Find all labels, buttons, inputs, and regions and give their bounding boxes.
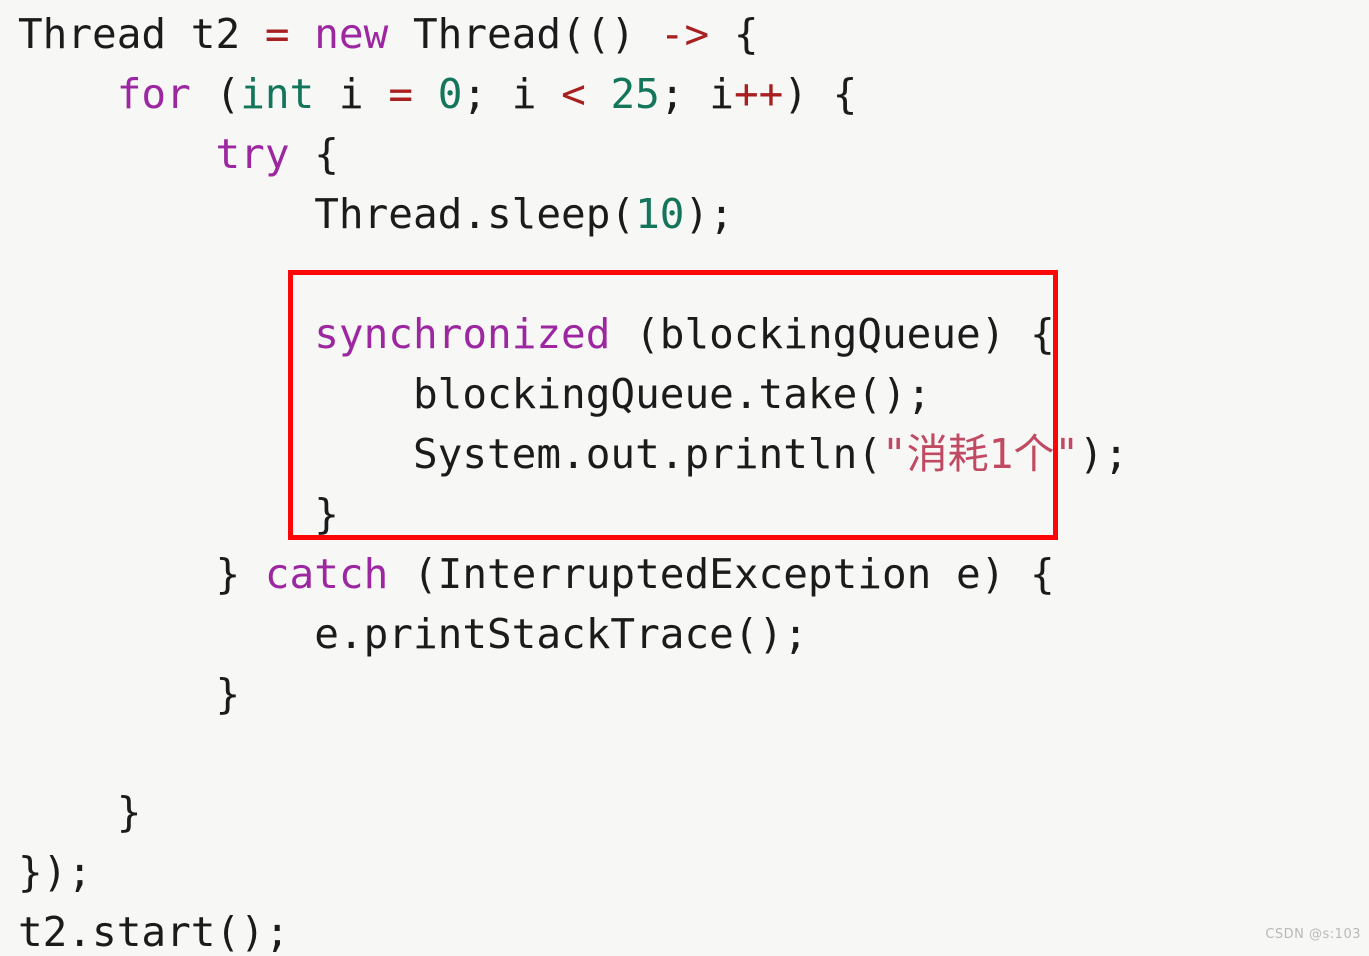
code-token-plain: }); — [18, 848, 93, 896]
code-token-string: "消耗1个" — [881, 430, 1080, 478]
code-token-plain: ) { — [783, 70, 858, 118]
code-line: } — [18, 672, 240, 716]
code-token-keyword: new — [314, 10, 389, 58]
code-token-plain: ; i — [462, 70, 562, 118]
code-line: Thread t2 = new Thread(() -> { — [18, 12, 759, 56]
code-token-plain: e.printStackTrace(); — [18, 610, 808, 658]
code-line: t2.start(); — [18, 910, 290, 954]
code-line: blockingQueue.take(); — [18, 372, 931, 416]
code-token-plain: Thread t2 — [18, 10, 265, 58]
code-line: e.printStackTrace(); — [18, 612, 808, 656]
code-token-plain: } — [18, 670, 241, 718]
code-token-plain: ( — [190, 70, 241, 118]
code-line: } catch (InterruptedException e) { — [18, 550, 1055, 598]
code-token-plain: { — [709, 10, 759, 58]
code-token-plain: System.out.println( — [18, 430, 882, 478]
code-line: System.out.println("消耗1个"); — [18, 432, 1128, 476]
code-token-plain: } — [18, 788, 142, 836]
code-line: } — [18, 492, 339, 536]
code-token-plain: t2.start(); — [18, 908, 290, 956]
code-token-plain: blockingQueue.take(); — [18, 370, 932, 418]
code-token-plain: ); — [684, 190, 734, 238]
code-token-plain: ); — [1079, 430, 1129, 478]
code-token-number: 0 — [437, 70, 463, 118]
csdn-watermark: CSDN @s:103 — [1265, 927, 1361, 942]
code-token-operator: ++ — [733, 70, 784, 118]
code-token-plain: Thread.sleep( — [18, 190, 636, 238]
code-token-plain: Thread(() — [388, 10, 660, 58]
code-snippet-canvas: Thread t2 = new Thread(() -> { for (int … — [0, 0, 1369, 954]
code-token-keyword: try — [215, 130, 290, 178]
code-token-keyword: synchronized — [314, 310, 611, 358]
code-token-keyword: catch — [264, 550, 389, 598]
code-token-operator: -> — [659, 10, 710, 58]
code-token-operator: = — [388, 70, 413, 118]
code-token-plain: } — [18, 550, 265, 598]
code-line: Thread.sleep(10); — [18, 192, 734, 236]
code-line: } — [18, 788, 142, 836]
code-token-number: 10 — [635, 190, 685, 238]
code-token-type: int — [240, 70, 315, 118]
code-token-plain: { — [289, 130, 339, 178]
code-token-operator: = — [264, 10, 290, 58]
code-token-plain: (InterruptedException e) { — [388, 550, 1055, 598]
code-token-number: 25 — [610, 70, 660, 118]
code-token-plain: i — [314, 70, 389, 118]
code-line: for (int i = 0; i < 25; i++) { — [18, 70, 858, 118]
code-token-operator: < — [561, 70, 586, 118]
code-token-plain: (blockingQueue) { — [610, 310, 1055, 358]
code-line: synchronized (blockingQueue) { — [18, 312, 1055, 356]
code-line: try { — [18, 130, 339, 178]
code-token-plain: ; i — [659, 70, 734, 118]
code-line: }); — [18, 850, 92, 894]
code-token-keyword: for — [116, 70, 191, 118]
code-token-plain: } — [18, 490, 339, 538]
